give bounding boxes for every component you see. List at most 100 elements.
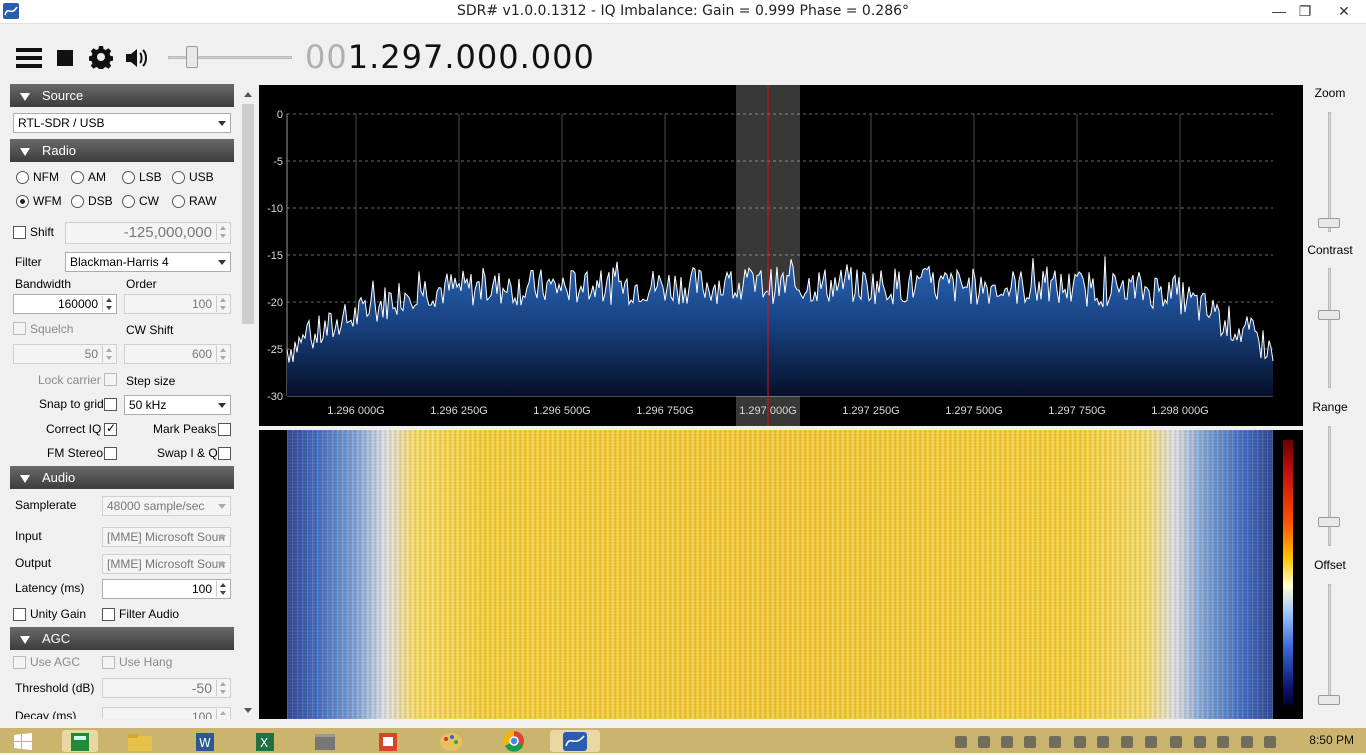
- waterfall-display[interactable]: [259, 430, 1303, 719]
- audio-input-value: [MME] Microsoft Soun: [107, 530, 226, 544]
- volume-slider-thumb[interactable]: [186, 46, 198, 68]
- mode-radio-raw[interactable]: [172, 195, 185, 208]
- tray-volume-icon[interactable]: [1264, 736, 1276, 748]
- use-hang-checkbox[interactable]: [102, 656, 115, 669]
- mark-peaks-checkbox[interactable]: [218, 423, 231, 436]
- gear-icon[interactable]: [88, 45, 114, 71]
- shift-input[interactable]: -125,000,000: [65, 222, 231, 244]
- spinner-icon[interactable]: [216, 224, 229, 240]
- decay-input[interactable]: 100: [102, 707, 231, 719]
- latency-input[interactable]: 100: [102, 579, 231, 599]
- spectrum-analyzer[interactable]: 0 -5 -10 -15 -20 -25 -30 1.296 000G 1.296 250G 1…: [259, 85, 1303, 426]
- mode-radio-usb[interactable]: [172, 171, 185, 184]
- snap-checkbox[interactable]: [104, 398, 117, 411]
- calculator-taskbar-icon[interactable]: [62, 730, 98, 752]
- close-button[interactable]: ✕: [1322, 0, 1366, 22]
- spinner-icon[interactable]: [216, 680, 229, 696]
- tray-cloud-icon[interactable]: [1024, 736, 1036, 748]
- cwshift-input[interactable]: 600: [124, 344, 231, 364]
- stop-icon[interactable]: [57, 50, 73, 66]
- tray-app-icon[interactable]: [978, 736, 990, 748]
- lock-carrier-checkbox[interactable]: [104, 373, 117, 386]
- tray-monitor-icon[interactable]: [1049, 736, 1061, 748]
- bandwidth-input[interactable]: 160000: [13, 294, 117, 314]
- filter-audio-checkbox[interactable]: [102, 608, 115, 621]
- squelch-checkbox[interactable]: [13, 322, 26, 335]
- audio-input-select[interactable]: [MME] Microsoft Soun: [102, 527, 231, 547]
- spinner-icon[interactable]: [216, 346, 229, 362]
- zoom-slider-thumb[interactable]: [1318, 218, 1340, 228]
- mode-radio-am[interactable]: [71, 171, 84, 184]
- offset-slider-track[interactable]: [1328, 584, 1331, 704]
- step-size-select[interactable]: 50 kHz: [124, 395, 231, 415]
- shift-checkbox[interactable]: [13, 226, 26, 239]
- tray-app-icon[interactable]: [1097, 736, 1109, 748]
- scroll-up-icon[interactable]: [244, 92, 252, 97]
- spectrum-plot[interactable]: 0 -5 -10 -15 -20 -25 -30 1.296 000G 1.296 250G 1…: [259, 85, 1303, 426]
- mode-label-usb: USB: [189, 170, 214, 184]
- scrollbar-thumb[interactable]: [242, 104, 254, 324]
- order-input[interactable]: 100: [124, 294, 231, 314]
- chrome-taskbar-icon[interactable]: [499, 730, 529, 752]
- filter-select[interactable]: Blackman-Harris 4: [65, 252, 231, 272]
- mode-radio-dsb[interactable]: [71, 195, 84, 208]
- x-tick-label: 1.297 000G: [739, 405, 797, 417]
- speaker-icon[interactable]: [124, 46, 150, 70]
- frequency-display[interactable]: 001.297.000.000: [305, 38, 595, 76]
- spinner-icon[interactable]: [216, 709, 229, 719]
- tray-bluetooth-icon[interactable]: [1074, 736, 1086, 748]
- mode-radio-nfm[interactable]: [16, 171, 29, 184]
- sdrsharp-taskbar-icon[interactable]: [550, 730, 600, 752]
- fm-stereo-checkbox[interactable]: [104, 447, 117, 460]
- tray-network-icon[interactable]: [1241, 736, 1253, 748]
- spinner-icon[interactable]: [102, 346, 115, 362]
- tray-app-icon[interactable]: [1170, 736, 1182, 748]
- spinner-icon[interactable]: [216, 581, 229, 597]
- tray-flag-icon[interactable]: [1194, 736, 1206, 748]
- threshold-input[interactable]: -50: [102, 678, 231, 698]
- scroll-down-icon[interactable]: [244, 708, 252, 713]
- source-section-header[interactable]: Source: [10, 84, 234, 107]
- samplerate-select[interactable]: 48000 sample/sec: [102, 496, 231, 516]
- mode-radio-wfm[interactable]: [16, 195, 29, 208]
- tray-battery-icon[interactable]: [1217, 736, 1229, 748]
- tray-app-icon[interactable]: [1121, 736, 1133, 748]
- restore-button[interactable]: ❐: [1288, 0, 1322, 22]
- svg-text:X: X: [260, 736, 268, 750]
- mode-radio-lsb[interactable]: [122, 171, 135, 184]
- squelch-label: Squelch: [30, 322, 74, 336]
- paint-taskbar-icon[interactable]: [436, 730, 466, 752]
- audio-output-select[interactable]: [MME] Microsoft Soun: [102, 554, 231, 574]
- zoom-slider-track[interactable]: [1328, 112, 1331, 232]
- squelch-input[interactable]: 50: [13, 344, 117, 364]
- swap-iq-checkbox[interactable]: [218, 447, 231, 460]
- file-explorer-taskbar-icon[interactable]: [125, 730, 155, 752]
- contrast-slider-thumb[interactable]: [1318, 310, 1340, 320]
- taskbar-clock[interactable]: 8:50 PM: [1309, 733, 1354, 747]
- spinner-icon[interactable]: [102, 296, 115, 312]
- radio-section-header[interactable]: Radio: [10, 139, 234, 162]
- start-button[interactable]: [8, 730, 38, 752]
- menu-icon[interactable]: [16, 48, 42, 68]
- audio-section-header[interactable]: Audio: [10, 466, 234, 489]
- correct-iq-checkbox[interactable]: [104, 421, 117, 436]
- tray-app-icon[interactable]: [1001, 736, 1013, 748]
- frequency-leading-zeros: 00: [305, 38, 348, 76]
- word-taskbar-icon[interactable]: W: [190, 730, 220, 752]
- tray-windows-icon[interactable]: [955, 736, 967, 748]
- tray-app-icon[interactable]: [1145, 736, 1157, 748]
- range-slider-thumb[interactable]: [1318, 517, 1340, 527]
- tools-taskbar-icon[interactable]: [310, 730, 340, 752]
- unity-gain-checkbox[interactable]: [13, 608, 26, 621]
- agc-section-header[interactable]: AGC: [10, 627, 234, 650]
- contrast-slider-track[interactable]: [1328, 268, 1331, 388]
- source-device-select[interactable]: RTL-SDR / USB: [13, 113, 231, 133]
- offset-slider-thumb[interactable]: [1318, 695, 1340, 705]
- excel-taskbar-icon[interactable]: X: [250, 730, 280, 752]
- mode-radio-cw[interactable]: [122, 195, 135, 208]
- panel-scrollbar[interactable]: [240, 84, 256, 719]
- powerpoint-taskbar-icon[interactable]: [373, 730, 403, 752]
- range-slider-track[interactable]: [1328, 426, 1331, 546]
- spinner-icon[interactable]: [216, 296, 229, 312]
- use-agc-checkbox[interactable]: [13, 656, 26, 669]
